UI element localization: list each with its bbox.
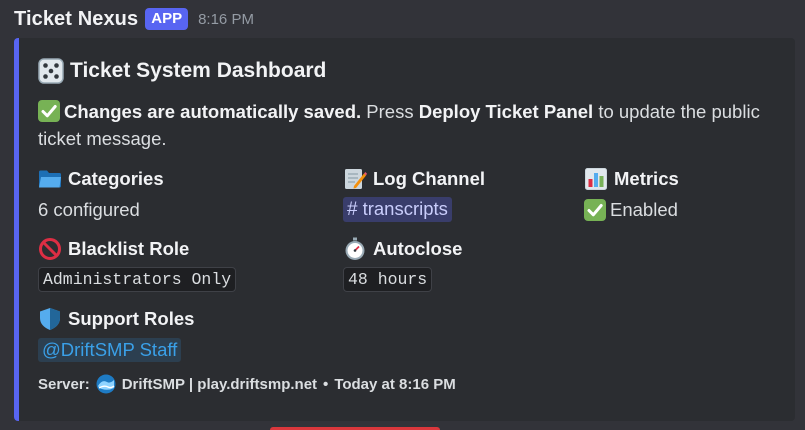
field-categories: Categories 6 configured [38, 166, 164, 222]
footer-separator: • [323, 375, 329, 393]
memo-icon [345, 169, 367, 189]
field-log-channel: Log Channel # transcripts [343, 166, 485, 222]
footer-time: Today at 8:16 PM [334, 375, 456, 393]
check-mark-icon [38, 100, 60, 122]
description-bold-text-2: Deploy Ticket Panel [418, 101, 594, 122]
app-badge: APP [145, 8, 189, 30]
channel-name: transcripts [362, 198, 448, 219]
message-header: Ticket Nexus APP 8:16 PM [14, 5, 254, 33]
embed-title-text: Ticket System Dashboard [70, 59, 327, 82]
field-value-code: Administrators Only [38, 267, 237, 292]
field-blacklist-role: Blacklist Role Administrators Only [38, 236, 237, 292]
channel-mention[interactable]: # transcripts [343, 197, 452, 222]
field-name: Metrics [614, 168, 679, 189]
description-text: Press [361, 101, 419, 122]
field-name: Log Channel [373, 168, 486, 189]
embed-description: Changes are automatically saved. Press D… [38, 98, 773, 152]
field-autoclose: Autoclose 48 hours [343, 236, 462, 292]
bar-chart-icon [585, 168, 607, 190]
folder-icon [39, 170, 61, 188]
no-entry-icon [39, 238, 61, 260]
field-value-code: 48 hours [343, 267, 433, 292]
shield-icon [40, 308, 60, 330]
field-metrics: Metrics Enabled [584, 166, 679, 222]
footer-server: DriftSMP | play.driftsmp.net [121, 375, 318, 393]
dice-icon [38, 58, 64, 84]
field-value: 6 configured [38, 198, 140, 220]
description-bold-text: Changes are automatically saved. [64, 101, 362, 122]
field-name: Autoclose [373, 238, 463, 259]
embed-footer: Server: DriftSMP | play.driftsmp.net • T… [38, 374, 456, 394]
stopwatch-icon [345, 237, 365, 260]
server-icon [96, 374, 116, 394]
field-support-roles: Support Roles @DriftSMP Staff [38, 306, 194, 362]
embed-card: Ticket System Dashboard Changes are auto… [14, 38, 795, 421]
check-mark-icon [584, 198, 606, 221]
field-value: Enabled [610, 198, 678, 220]
field-name: Categories [68, 168, 164, 189]
field-name: Support Roles [68, 308, 195, 329]
bot-username[interactable]: Ticket Nexus [14, 8, 138, 31]
footer-prefix: Server: [38, 375, 90, 393]
embed-title: Ticket System Dashboard [38, 58, 326, 84]
field-name: Blacklist Role [68, 238, 190, 259]
message-timestamp[interactable]: 8:16 PM [198, 11, 254, 28]
role-mention[interactable]: @DriftSMP Staff [38, 337, 182, 362]
hash-icon: # [347, 199, 358, 220]
